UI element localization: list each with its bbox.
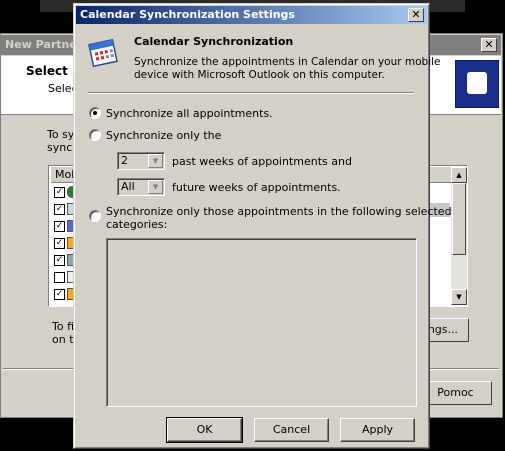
list-checkbox[interactable]: ✓ [54,255,65,266]
ok-button[interactable]: OK [166,417,243,443]
radio-sync-categories-label-line1[interactable]: Synchronize only those appointments in t… [106,205,452,218]
sync-logo-device-icon [467,72,487,94]
dialog-title: Calendar Synchronization Settings [80,8,295,21]
scrollbar-thumb[interactable] [452,183,466,255]
radio-sync-categories[interactable] [89,210,101,222]
background-footer-line1: To fi [52,320,75,333]
scroll-up-icon[interactable]: ▲ [451,167,467,183]
header-separator [88,92,414,94]
past-weeks-value: 2 [121,154,128,167]
list-checkbox[interactable]: ✓ [54,221,65,232]
list-checkbox[interactable] [54,272,65,283]
radio-sync-categories-label-line2[interactable]: categories: [106,218,167,231]
background-window-title: New Partner [5,38,83,51]
dialog-header-title: Calendar Synchronization [134,35,294,48]
calendar-icon [88,38,118,67]
list-checkbox[interactable]: ✓ [54,187,65,198]
radio-sync-only[interactable] [89,129,101,141]
combo-arrow-icon[interactable]: ▼ [148,154,163,168]
cancel-button[interactable]: Cancel [254,418,329,442]
background-close-button[interactable]: ✕ [481,38,497,52]
list-checkbox[interactable]: ✓ [54,289,65,300]
dialog-header-description-line2: device with Microsoft Outlook on this co… [134,69,385,81]
list-checkbox[interactable]: ✓ [54,238,65,249]
future-weeks-value: All [121,180,135,193]
radio-sync-all-label[interactable]: Synchronize all appointments. [106,107,273,120]
categories-list[interactable] [106,238,417,407]
combo-arrow-icon[interactable]: ▼ [148,180,163,194]
background-intro-line1: To sy [47,128,75,141]
radio-sync-all[interactable] [89,107,101,119]
apply-button[interactable]: Apply [340,418,415,442]
radio-selected-dot [93,111,97,115]
close-icon[interactable]: ✕ [408,8,424,22]
future-weeks-label: future weeks of appointments. [172,181,341,194]
dialog-header-description-line1: Synchronize the appointments in Calendar… [134,56,441,68]
scroll-down-icon[interactable]: ▼ [451,289,467,305]
past-weeks-label: past weeks of appointments and [172,155,352,168]
future-weeks-combo[interactable]: All ▼ [117,178,165,196]
past-weeks-combo[interactable]: 2 ▼ [117,152,165,170]
radio-sync-only-label[interactable]: Synchronize only the [106,129,221,142]
list-checkbox[interactable]: ✓ [54,204,65,215]
